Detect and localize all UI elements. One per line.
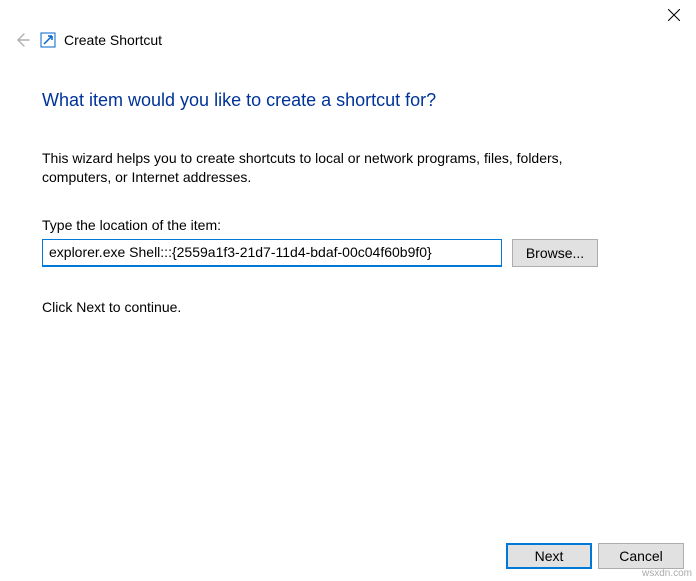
continue-hint: Click Next to continue.: [42, 299, 654, 315]
browse-button[interactable]: Browse...: [512, 239, 598, 267]
input-row: Browse...: [42, 239, 654, 267]
watermark: wsxdn.com: [642, 568, 692, 579]
wizard-description: This wizard helps you to create shortcut…: [42, 149, 602, 187]
cancel-button[interactable]: Cancel: [598, 543, 684, 569]
close-button[interactable]: [652, 0, 696, 30]
next-button[interactable]: Next: [506, 543, 592, 569]
location-input[interactable]: [42, 239, 502, 267]
page-heading: What item would you like to create a sho…: [42, 90, 654, 111]
close-icon: [668, 9, 680, 21]
back-arrow-icon: [14, 32, 30, 48]
wizard-footer: Next Cancel: [506, 543, 684, 569]
shortcut-icon: [40, 32, 56, 48]
location-label: Type the location of the item:: [42, 217, 654, 233]
wizard-header: Create Shortcut: [0, 28, 696, 52]
back-button[interactable]: [10, 28, 34, 52]
wizard-title: Create Shortcut: [64, 32, 162, 48]
wizard-content: What item would you like to create a sho…: [0, 52, 696, 315]
